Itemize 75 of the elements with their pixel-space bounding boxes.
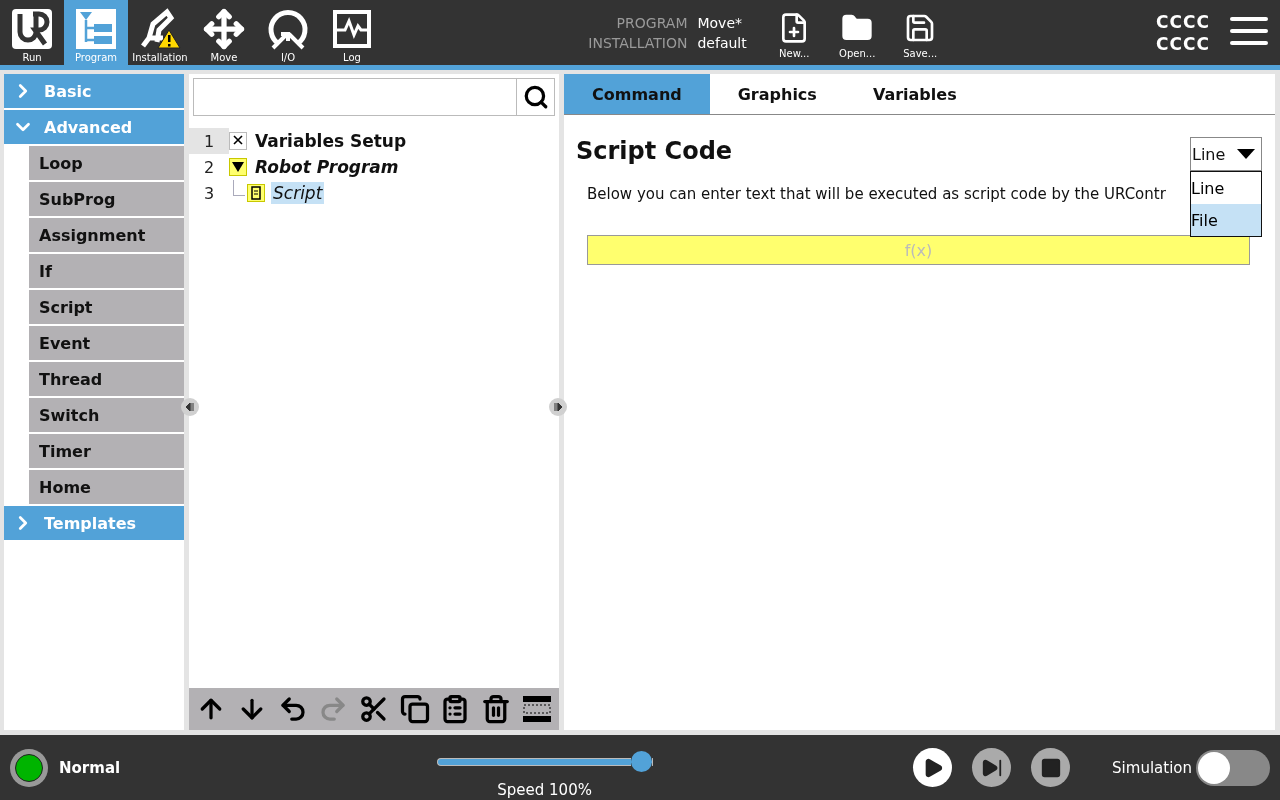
stop-icon	[1039, 756, 1062, 779]
robot-warning-icon	[139, 8, 181, 50]
speed-label: Speed 100%	[497, 780, 592, 799]
command-item[interactable]: Thread	[29, 362, 184, 396]
search-field[interactable]	[193, 78, 555, 116]
simulation-toggle[interactable]	[1196, 749, 1270, 786]
file-button-label: New...	[779, 48, 810, 59]
expanded-triangle-icon[interactable]	[232, 162, 244, 172]
file-button[interactable]: New...	[762, 0, 826, 65]
info-label: PROGRAM	[615, 14, 688, 31]
trash-icon	[480, 694, 511, 724]
nav-tab-label: Installation	[132, 52, 188, 63]
file-button[interactable]: Open...	[825, 0, 889, 65]
info-label: INSTALLATION	[588, 34, 688, 51]
copy-icon	[399, 694, 430, 724]
script-scroll-icon	[250, 186, 262, 200]
command-item[interactable]: Script	[29, 290, 184, 324]
command-item[interactable]: Assignment	[29, 218, 184, 252]
user-text: CCCC	[1156, 11, 1210, 32]
tab[interactable]: Variables	[844, 74, 985, 114]
nav-tab-label: Program	[74, 52, 118, 63]
nav-tab[interactable]: Run	[0, 0, 64, 65]
category-label: Basic	[44, 81, 92, 101]
splitter-handle[interactable]	[181, 398, 199, 416]
expression-field[interactable]: f(x)	[587, 235, 1250, 265]
nav-tab-label: Log	[343, 52, 361, 63]
status-label: Normal	[59, 758, 121, 777]
suppress-icon	[521, 695, 552, 723]
playback-button[interactable]	[913, 748, 953, 787]
tree-node[interactable]: Script	[271, 182, 325, 204]
program-tree-icon	[75, 8, 117, 50]
log-graph-icon	[331, 8, 373, 50]
speed-slider[interactable]	[436, 750, 653, 773]
command-item[interactable]: Event	[29, 326, 184, 360]
nav-tab-label: Run	[22, 52, 42, 63]
command-item[interactable]: SubProg	[29, 182, 184, 216]
ur-logo-icon	[11, 8, 53, 50]
dropdown-option[interactable]: File	[1191, 204, 1261, 236]
search-icon	[522, 84, 549, 110]
command-item[interactable]: If	[29, 254, 184, 288]
nav-tab[interactable]: I/O	[256, 0, 320, 65]
nav-tab[interactable]: Move	[192, 0, 256, 65]
nav-tab-label: I/O	[280, 52, 296, 63]
description-text: Below you can enter text that will be executed as script code by the URContr	[587, 185, 1166, 203]
nav-tab[interactable]: Log	[320, 0, 384, 65]
command-item[interactable]: Loop	[29, 146, 184, 180]
command-item[interactable]: Home	[29, 470, 184, 504]
nav-tab-label: Move	[210, 52, 238, 63]
file-button[interactable]: Save...	[888, 0, 952, 65]
category-label: Templates	[44, 513, 137, 533]
tree-node[interactable]: Robot Program	[253, 156, 401, 178]
tab[interactable]: Command	[564, 74, 710, 114]
tab[interactable]: Graphics	[709, 74, 845, 114]
file-button-label: Open...	[839, 48, 876, 59]
command-item[interactable]: Switch	[29, 398, 184, 432]
category-label: Advanced	[44, 117, 133, 137]
slider-thumb[interactable]	[630, 751, 652, 772]
caret-icon	[1237, 149, 1255, 159]
line-number: 2	[202, 156, 216, 179]
simulation-label: Simulation	[1112, 758, 1192, 777]
section-title: Script Code	[576, 137, 733, 165]
move-arrows-icon	[203, 8, 245, 50]
info-value: default	[697, 34, 747, 51]
command-item[interactable]: Timer	[29, 434, 184, 468]
nav-tab[interactable]: Installation	[128, 0, 192, 65]
info-value: Move*	[697, 14, 743, 31]
mode-dropdown[interactable]: Line	[1190, 137, 1262, 171]
user-text: CCCC	[1156, 33, 1210, 54]
io-circle-icon	[267, 8, 309, 50]
tree-node[interactable]: Variables Setup	[253, 130, 409, 152]
menu-icon	[1230, 16, 1268, 46]
line-number: 3	[202, 182, 216, 205]
file-button-label: Save...	[903, 48, 938, 59]
splitter-handle[interactable]	[549, 398, 567, 416]
line-number: 1	[189, 128, 229, 154]
